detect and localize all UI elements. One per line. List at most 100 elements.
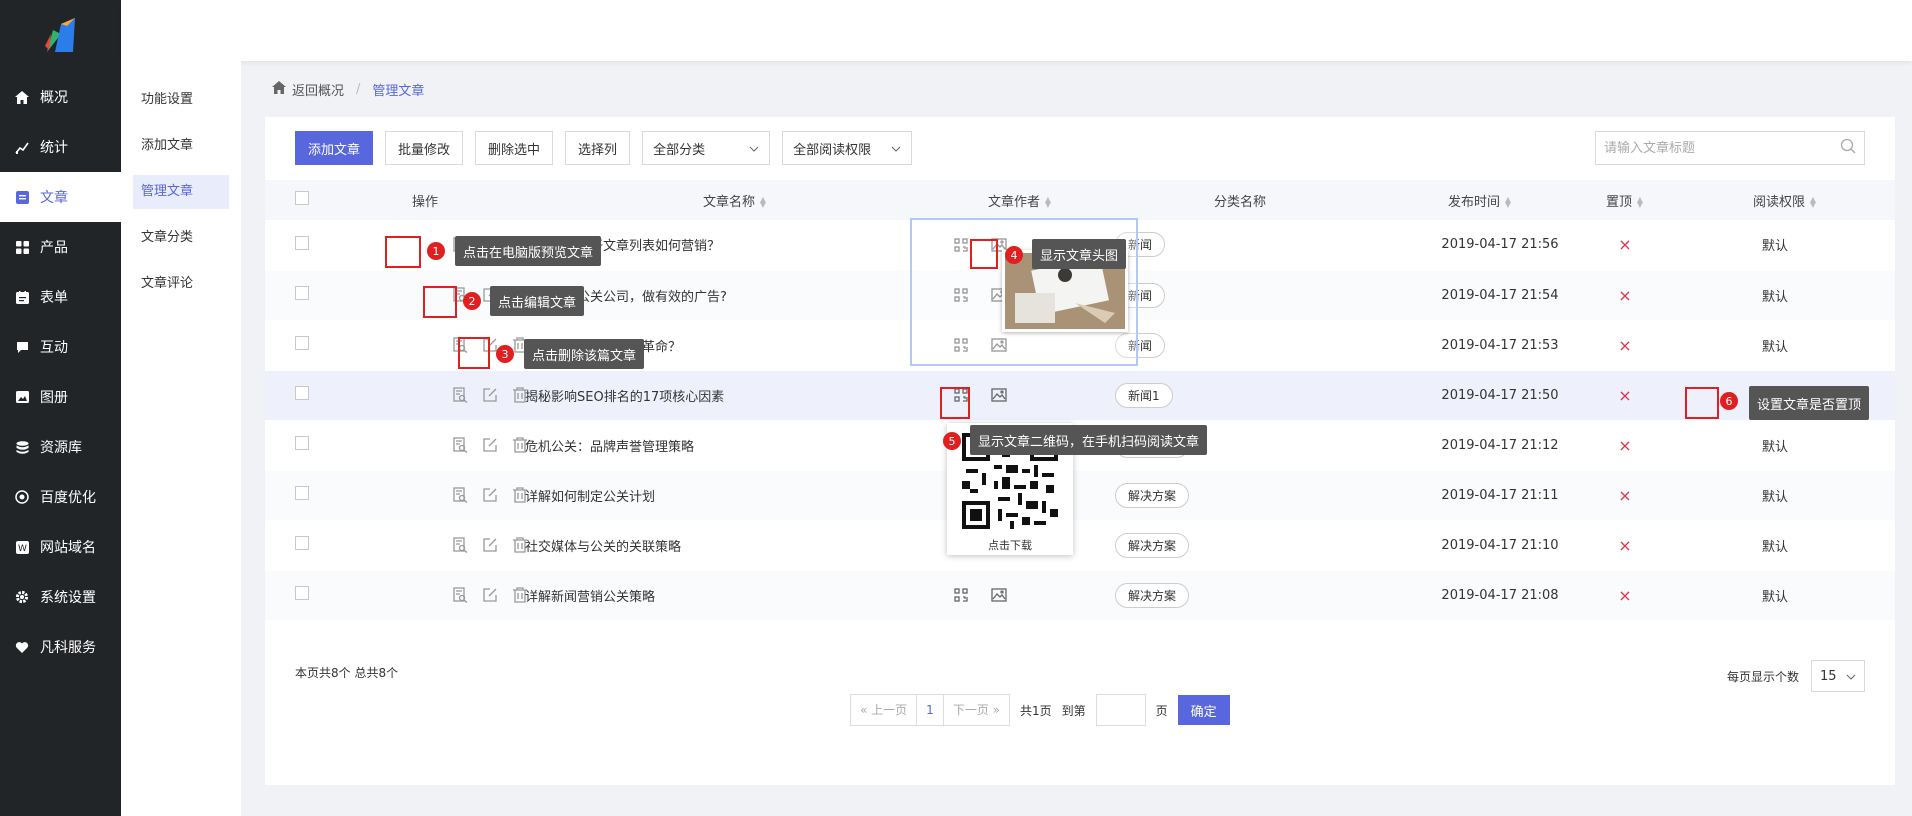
article-title[interactable]: 危机公关：品牌声誉管理策略 xyxy=(525,440,694,455)
nav-item-11[interactable]: 凡科服务 xyxy=(0,622,121,672)
nav-item-label: 概况 xyxy=(40,90,68,106)
sort-icon: ▲ ▼ xyxy=(1809,195,1817,209)
preview-icon[interactable] xyxy=(452,383,468,407)
subnav-article-comments[interactable]: 文章评论 xyxy=(133,267,229,301)
preview-icon[interactable] xyxy=(452,533,468,557)
edit-icon[interactable] xyxy=(482,483,498,507)
col-time[interactable]: 发布时间 ▲ ▼ xyxy=(1385,180,1575,220)
select-all-checkbox[interactable] xyxy=(295,191,309,205)
edit-icon[interactable] xyxy=(482,533,498,557)
col-top[interactable]: 置顶 ▲ ▼ xyxy=(1575,180,1675,220)
next-page-button[interactable]: 下一页 » xyxy=(944,695,1009,725)
preview-icon[interactable] xyxy=(452,333,468,357)
breadcrumb-back[interactable]: 返回概况 xyxy=(292,80,344,99)
preview-icon[interactable] xyxy=(452,583,468,607)
top-toggle[interactable]: × xyxy=(1618,436,1631,455)
row-checkbox[interactable] xyxy=(295,386,309,400)
top-toggle[interactable]: × xyxy=(1618,586,1631,605)
subnav-add-article[interactable]: 添加文章 xyxy=(133,129,229,163)
nav-item-4[interactable]: 表单 xyxy=(0,272,121,322)
col-name[interactable]: 文章名称 ▲ ▼ xyxy=(525,180,945,220)
goto-page-input[interactable] xyxy=(1095,694,1146,726)
subnav-article-categories[interactable]: 文章分类 xyxy=(133,221,229,255)
edit-icon[interactable] xyxy=(482,583,498,607)
col-perm[interactable]: 阅读权限 ▲ ▼ xyxy=(1675,180,1895,220)
article-title[interactable]: 详解如何制定公关计划 xyxy=(525,490,655,505)
article-title[interactable]: 揭秘影响SEO排名的17项核心因素 xyxy=(525,390,724,405)
preview-icon[interactable] xyxy=(452,483,468,507)
logo[interactable] xyxy=(0,0,121,72)
nav-item-3[interactable]: 产品 xyxy=(0,222,121,272)
home-icon[interactable] xyxy=(272,81,286,98)
nav-item-label: 系统设置 xyxy=(40,590,96,606)
qr-code-icon[interactable] xyxy=(949,383,973,407)
nav-item-5[interactable]: 互动 xyxy=(0,322,121,372)
col-author[interactable]: 文章作者 ▲ ▼ xyxy=(945,180,1095,220)
row-checkbox[interactable] xyxy=(295,235,309,250)
sort-icon: ▲ ▼ xyxy=(1504,195,1512,209)
nav-item-6[interactable]: 图册 xyxy=(0,372,121,422)
nav-item-8[interactable]: 百度优化 xyxy=(0,472,121,522)
annotation-number-3: 3 xyxy=(496,345,514,363)
edit-icon[interactable] xyxy=(482,383,498,407)
row-checkbox[interactable] xyxy=(295,586,309,600)
main-nav: 概况统计 文章 产品 表单 互动 图册 资源库 百度优化 W 网站域名系统设置凡科服务 xyxy=(0,0,121,816)
article-title[interactable]: 社交媒体与公关的关联策略 xyxy=(525,540,681,555)
form-icon xyxy=(14,289,30,305)
nav-item-0[interactable]: 概况 xyxy=(0,72,121,122)
qr-download-link[interactable]: 点击下载 xyxy=(947,537,1073,553)
album-icon xyxy=(14,389,30,405)
page-number[interactable]: 1 xyxy=(917,695,944,725)
annotation-tip-edit: 点击编辑文章 xyxy=(490,286,585,316)
row-checkbox[interactable] xyxy=(295,486,309,500)
nav-item-label: 凡科服务 xyxy=(40,640,96,656)
edit-icon[interactable] xyxy=(482,433,498,457)
chevron-down-icon xyxy=(749,141,759,156)
nav-item-7[interactable]: 资源库 xyxy=(0,422,121,472)
per-page-value: 15 xyxy=(1820,668,1837,684)
prev-page-button[interactable]: « 上一页 xyxy=(851,695,918,725)
domain-icon: W xyxy=(14,539,30,555)
batch-edit-button[interactable]: 批量修改 xyxy=(385,131,464,165)
row-checkbox[interactable] xyxy=(295,436,309,450)
goto-label: 到第 xyxy=(1061,703,1086,718)
publish-time: 2019-04-17 21:50 xyxy=(1441,387,1559,403)
image-icon[interactable] xyxy=(987,383,1011,407)
goto-confirm-button[interactable]: 确定 xyxy=(1177,695,1230,725)
annotation-tip-head-image: 显示文章头图 xyxy=(1032,239,1127,269)
image-icon[interactable] xyxy=(987,583,1011,607)
chart-icon xyxy=(14,139,30,155)
category-select[interactable]: 全部分类 xyxy=(642,131,771,165)
nav-item-10[interactable]: 系统设置 xyxy=(0,572,121,622)
col-category: 分类名称 xyxy=(1095,180,1385,220)
top-toggle[interactable]: × xyxy=(1618,386,1631,405)
top-toggle[interactable]: × xyxy=(1618,486,1631,505)
delete-selected-button[interactable]: 删除选中 xyxy=(475,131,554,165)
row-checkbox[interactable] xyxy=(295,336,309,350)
nav-item-1[interactable]: 统计 xyxy=(0,122,121,172)
search-input[interactable] xyxy=(1604,140,1840,156)
top-toggle[interactable]: × xyxy=(1618,536,1631,555)
nav-item-9[interactable]: W 网站域名 xyxy=(0,522,121,572)
qr-code-icon[interactable] xyxy=(949,583,973,607)
database-icon xyxy=(14,439,30,455)
article-title[interactable]: 详解新闻营销公关策略 xyxy=(525,590,655,605)
per-page-select[interactable]: 15 xyxy=(1811,660,1865,692)
top-toggle[interactable]: × xyxy=(1618,235,1631,254)
preview-icon[interactable] xyxy=(452,433,468,457)
nav-item-2[interactable]: 文章 xyxy=(0,172,121,222)
chat-icon xyxy=(14,339,30,355)
top-toggle[interactable]: × xyxy=(1618,336,1631,355)
search-icon[interactable] xyxy=(1840,138,1856,158)
table-row: 社交媒体与公关的关联策略 解决方案 2019-04-17 21:10 × 默认 xyxy=(265,520,1895,571)
subnav-feature-settings[interactable]: 功能设置 xyxy=(133,83,229,117)
top-toggle[interactable]: × xyxy=(1618,286,1631,305)
row-checkbox[interactable] xyxy=(295,286,309,300)
add-article-button[interactable]: 添加文章 xyxy=(295,131,374,165)
article-icon xyxy=(14,189,30,205)
select-columns-button[interactable]: 选择列 xyxy=(565,131,631,165)
page-unit: 页 xyxy=(1155,703,1168,718)
subnav-manage-articles[interactable]: 管理文章 xyxy=(133,175,229,209)
permission-select[interactable]: 全部阅读权限 xyxy=(782,131,913,165)
row-checkbox[interactable] xyxy=(295,536,309,550)
